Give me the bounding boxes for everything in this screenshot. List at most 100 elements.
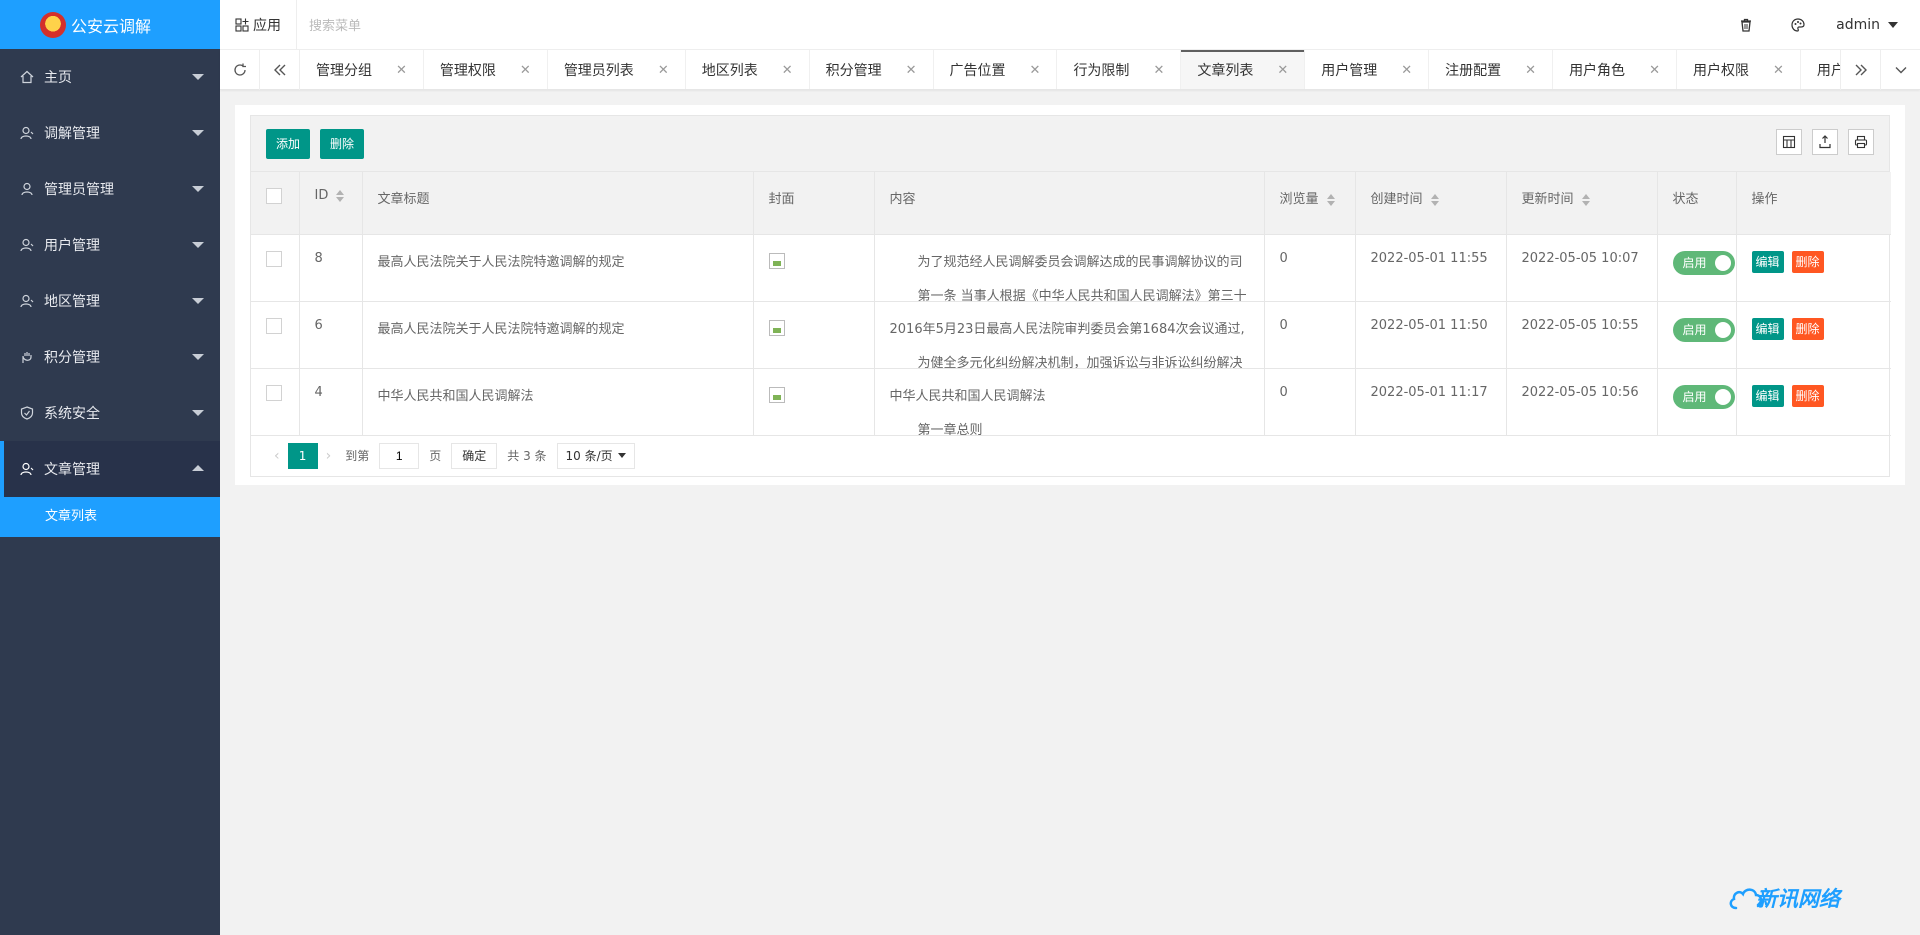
tab-behavior-limit[interactable]: 行为限制 ✕ xyxy=(1057,50,1182,89)
close-icon[interactable]: ✕ xyxy=(906,63,917,78)
app-menu-button[interactable]: 应用 xyxy=(220,0,297,50)
print-button[interactable] xyxy=(1848,129,1874,155)
sidebar-item-system-security[interactable]: 系统安全 xyxy=(0,385,220,441)
export-button[interactable] xyxy=(1812,129,1838,155)
sidebar-item-admin-management[interactable]: 管理员管理 xyxy=(0,161,220,217)
user-icon xyxy=(20,126,34,140)
batch-delete-button[interactable]: 删除 xyxy=(320,128,365,159)
sidebar-item-region-management[interactable]: 地区管理 xyxy=(0,273,220,329)
header-created[interactable]: 创建时间 xyxy=(1355,172,1507,235)
page-number-input[interactable] xyxy=(379,442,420,469)
header-id[interactable]: ID xyxy=(299,172,363,235)
prev-page-icon[interactable]: ‹ xyxy=(266,448,288,464)
app-logo[interactable]: 公安云调解 xyxy=(0,0,220,49)
tabs-dropdown-button[interactable] xyxy=(1880,50,1920,90)
sort-icon[interactable] xyxy=(336,189,345,202)
header-updated[interactable]: 更新时间 xyxy=(1506,172,1658,235)
tab-user-management[interactable]: 用户管理 ✕ xyxy=(1305,50,1430,89)
sidebar-subitem-article-list[interactable]: 文章列表 xyxy=(0,497,220,537)
delete-button[interactable]: 删除 xyxy=(1791,250,1824,273)
close-icon[interactable]: ✕ xyxy=(1277,63,1288,78)
sidebar-item-mediation[interactable]: 调解管理 xyxy=(0,105,220,161)
content-line: 中华人民共和国人民调解法 xyxy=(889,388,1046,404)
next-page-icon[interactable]: › xyxy=(318,448,340,464)
caret-down-icon xyxy=(1888,22,1898,28)
columns-filter-button[interactable] xyxy=(1776,129,1802,155)
select-all-checkbox[interactable] xyxy=(266,188,282,204)
chevron-up-icon xyxy=(192,465,204,471)
chevron-down-icon xyxy=(192,130,204,136)
print-icon xyxy=(1854,135,1868,149)
tabs-scroll-left-button[interactable] xyxy=(260,50,300,90)
sort-icon[interactable] xyxy=(1430,193,1439,206)
edit-button[interactable]: 编辑 xyxy=(1751,250,1784,273)
close-icon[interactable]: ✕ xyxy=(396,63,407,78)
row-checkbox[interactable] xyxy=(266,317,282,334)
status-toggle[interactable]: 启用 xyxy=(1672,317,1735,342)
close-icon[interactable]: ✕ xyxy=(1649,63,1660,78)
tab-label: 用户角色 xyxy=(1569,63,1626,79)
table-header-row: ID 文章标题 封面 内容 浏览量 创建时间 更新时间 状态 操作 xyxy=(251,172,1891,235)
tab-admin-permission[interactable]: 管理权限 ✕ xyxy=(424,50,548,89)
close-icon[interactable]: ✕ xyxy=(1153,63,1164,78)
row-checkbox[interactable] xyxy=(266,250,282,267)
page-label: 页 xyxy=(429,449,442,463)
cell-views: 0 xyxy=(1264,234,1356,302)
close-icon[interactable]: ✕ xyxy=(782,63,793,78)
user-icon xyxy=(20,238,34,252)
tab-points-management[interactable]: 积分管理 ✕ xyxy=(810,50,934,89)
tab-register-config[interactable]: 注册配置 ✕ xyxy=(1429,50,1554,89)
cell-ops: 编辑 删除 xyxy=(1736,301,1891,369)
sidebar-item-article-management[interactable]: 文章管理 xyxy=(0,441,220,497)
close-icon[interactable]: ✕ xyxy=(520,63,531,78)
table-row: 4 中华人民共和国人民调解法 中华人民共和国人民调解法 第一章总则 0 2022… xyxy=(251,368,1891,436)
search-menu-input[interactable]: 搜索菜单 xyxy=(297,15,361,34)
close-icon[interactable]: ✕ xyxy=(658,63,669,78)
sidebar-item-label: 用户管理 xyxy=(44,238,100,254)
row-checkbox[interactable] xyxy=(266,384,282,401)
status-toggle[interactable]: 启用 xyxy=(1672,250,1735,275)
tab-article-list[interactable]: 文章列表 ✕ xyxy=(1181,50,1306,89)
sort-icon[interactable] xyxy=(1326,193,1335,206)
close-icon[interactable]: ✕ xyxy=(1401,63,1412,78)
brand-text: 新讯网络 xyxy=(1756,887,1840,911)
add-button[interactable]: 添加 xyxy=(266,128,311,159)
status-toggle[interactable]: 启用 xyxy=(1672,384,1735,409)
delete-button[interactable]: 删除 xyxy=(1791,317,1824,340)
tab-user-log[interactable]: 用户日志✕ xyxy=(1801,50,1840,89)
edit-button[interactable]: 编辑 xyxy=(1751,317,1784,340)
sidebar-item-user-management[interactable]: 用户管理 xyxy=(0,217,220,273)
cell-id: 4 xyxy=(299,368,363,436)
edit-button[interactable]: 编辑 xyxy=(1751,384,1784,407)
clear-cache-button[interactable] xyxy=(1720,0,1772,50)
content-line: 2016年5月23日最高人民法院审判委员会第1684次会议通过, xyxy=(889,321,1245,337)
tabs-scroll-right-button[interactable] xyxy=(1840,50,1880,90)
cell-status: 启用 xyxy=(1657,368,1737,436)
user-menu[interactable]: admin xyxy=(1824,17,1920,33)
tab-ad-position[interactable]: 广告位置 ✕ xyxy=(934,50,1058,89)
theme-button[interactable] xyxy=(1772,0,1824,50)
close-icon[interactable]: ✕ xyxy=(1773,63,1784,78)
tab-region-list[interactable]: 地区列表 ✕ xyxy=(686,50,810,89)
close-icon[interactable]: ✕ xyxy=(1525,63,1536,78)
delete-button[interactable]: 删除 xyxy=(1791,384,1824,407)
header-title: 文章标题 xyxy=(362,172,754,235)
sort-icon[interactable] xyxy=(1581,193,1590,206)
tab-user-role[interactable]: 用户角色 ✕ xyxy=(1553,50,1677,89)
data-table: ID 文章标题 封面 内容 浏览量 创建时间 更新时间 状态 操作 8 最高人民… xyxy=(251,172,1891,436)
sidebar-item-home[interactable]: 主页 xyxy=(0,49,220,105)
close-icon[interactable]: ✕ xyxy=(1030,63,1041,78)
header-content: 内容 xyxy=(874,172,1265,235)
refresh-button[interactable] xyxy=(220,50,260,90)
tab-admin-list[interactable]: 管理员列表 ✕ xyxy=(548,50,686,89)
page-size-select[interactable]: 10 条/页 xyxy=(556,442,635,469)
current-page[interactable]: 1 xyxy=(287,442,318,469)
header-label: 创建时间 xyxy=(1370,192,1423,207)
tab-user-permission[interactable]: 用户权限 ✕ xyxy=(1677,50,1801,89)
export-icon xyxy=(1819,135,1831,149)
header-views[interactable]: 浏览量 xyxy=(1264,172,1356,235)
username: admin xyxy=(1836,17,1880,33)
sidebar-item-points-management[interactable]: 积分管理 xyxy=(0,329,220,385)
tab-admin-group[interactable]: 管理分组 ✕ xyxy=(300,50,424,89)
goto-confirm-button[interactable]: 确定 xyxy=(451,442,498,469)
